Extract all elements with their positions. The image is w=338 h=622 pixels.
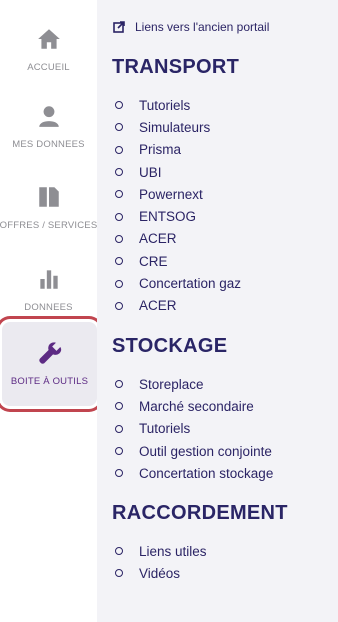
sidebar-item-label: OFFRES / SERVICES xyxy=(0,220,97,231)
wrench-icon xyxy=(38,342,61,364)
section-title-transport: TRANSPORT xyxy=(112,56,240,78)
circle-bullet-icon xyxy=(115,145,123,154)
list-item[interactable]: Storeplace xyxy=(115,373,273,395)
sidebar-item-accueil[interactable]: ACCUEIL xyxy=(0,14,97,94)
link-label: Tutoriels xyxy=(139,421,191,437)
list-item[interactable]: Outil gestion conjointe xyxy=(115,440,273,462)
circle-bullet-icon xyxy=(115,402,123,411)
list-item[interactable]: Tutoriels xyxy=(115,94,241,116)
list-item[interactable]: ENTSOG xyxy=(115,205,241,227)
old-portal-link-label: Liens vers l'ancien portail xyxy=(135,20,270,34)
list-item[interactable]: Simulateurs xyxy=(115,116,241,138)
link-label: Marché secondaire xyxy=(139,398,254,414)
circle-bullet-icon xyxy=(115,447,123,456)
link-label: Outil gestion conjointe xyxy=(139,443,272,459)
circle-bullet-icon xyxy=(115,301,123,310)
list-item[interactable]: Powernext xyxy=(115,183,241,205)
link-label: Simulateurs xyxy=(139,119,211,135)
home-icon xyxy=(37,29,60,49)
circle-bullet-icon xyxy=(115,190,123,199)
link-label: UBI xyxy=(139,164,162,180)
circle-bullet-icon xyxy=(115,469,123,478)
circle-bullet-icon xyxy=(115,380,123,389)
sidebar-item-label: ACCUEIL xyxy=(27,62,70,73)
link-label: ACER xyxy=(139,231,177,247)
circle-bullet-icon xyxy=(115,257,123,266)
user-icon xyxy=(38,106,59,127)
circle-bullet-icon xyxy=(115,547,123,556)
link-label: Vidéos xyxy=(139,565,181,581)
circle-bullet-icon xyxy=(115,101,123,110)
list-item[interactable]: UBI xyxy=(115,161,241,183)
raccordement-links: Liens utiles Vidéos xyxy=(115,540,207,585)
link-label: Tutoriels xyxy=(139,97,191,113)
link-label: Prisma xyxy=(139,142,182,158)
sidebar-item-mes-donnees[interactable]: MES DONNEES xyxy=(0,91,97,171)
circle-bullet-icon xyxy=(115,234,123,243)
link-label: Liens utiles xyxy=(139,543,207,559)
sidebar-item-label: DONNEES xyxy=(24,302,73,313)
link-label: ACER xyxy=(139,298,177,314)
circle-bullet-icon xyxy=(115,212,123,221)
list-item[interactable]: Vidéos xyxy=(115,562,207,584)
list-item[interactable]: Tutoriels xyxy=(115,418,273,440)
sidebar-item-label: MES DONNEES xyxy=(12,139,85,150)
list-item[interactable]: Marché secondaire xyxy=(115,395,273,417)
circle-bullet-icon xyxy=(115,279,123,288)
circle-bullet-icon xyxy=(115,569,123,578)
section-title-stockage: STOCKAGE xyxy=(112,335,228,357)
sidebar-item-label: BOITE À OUTILS xyxy=(10,376,89,387)
link-label: ENTSOG xyxy=(139,209,197,225)
sidebar-item-offres-services[interactable]: OFFRES / SERVICES xyxy=(0,172,97,252)
link-label: CRE xyxy=(139,253,168,269)
list-item[interactable]: Concertation stockage xyxy=(115,462,273,484)
link-label: Concertation gaz xyxy=(139,276,242,292)
list-item[interactable]: Liens utiles xyxy=(115,540,207,562)
stockage-links: Storeplace Marché secondaire Tutoriels O… xyxy=(115,373,273,484)
list-item[interactable]: Prisma xyxy=(115,139,241,161)
external-link-icon xyxy=(113,21,125,33)
link-label: Concertation stockage xyxy=(139,465,274,481)
list-item[interactable]: Concertation gaz xyxy=(115,272,241,294)
circle-bullet-icon xyxy=(115,424,123,433)
list-item[interactable]: CRE xyxy=(115,250,241,272)
circle-bullet-icon xyxy=(115,123,123,132)
toolbox-panel: Liens vers l'ancien portail TRANSPORT Tu… xyxy=(97,0,338,622)
list-item[interactable]: ACER xyxy=(115,228,241,250)
bar-chart-icon xyxy=(39,270,58,289)
old-portal-link[interactable]: Liens vers l'ancien portail xyxy=(113,20,269,34)
link-label: Powernext xyxy=(139,186,203,202)
link-label: Storeplace xyxy=(139,376,204,392)
sidebar-nav: ACCUEIL MES DONNEES OFFRES / SERVICES DO… xyxy=(0,0,97,622)
documents-icon xyxy=(38,187,59,207)
circle-bullet-icon xyxy=(115,168,123,177)
transport-links: Tutoriels Simulateurs Prisma UBI Powerne… xyxy=(115,94,241,317)
section-title-raccordement: RACCORDEMENT xyxy=(112,502,288,524)
list-item[interactable]: ACER xyxy=(115,295,241,317)
sidebar-item-boite-a-outils[interactable]: BOITE À OUTILS xyxy=(2,322,97,406)
